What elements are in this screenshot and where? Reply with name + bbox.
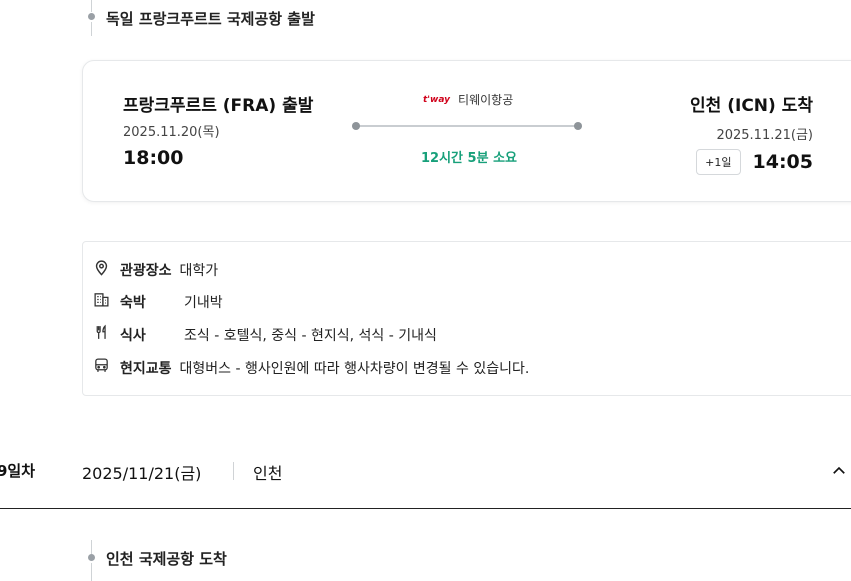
transport-value: 대형버스 - 행사인원에 따라 행사차량이 변경될 수 있습니다. bbox=[179, 360, 530, 377]
departure-time: 18:00 bbox=[123, 147, 184, 169]
route-end-dot bbox=[574, 122, 582, 130]
section-title-arrival-airport: 인천 국제공항 도착 bbox=[106, 550, 227, 568]
next-day-badge: +1일 bbox=[696, 149, 741, 175]
arrival-time: 14:05 bbox=[752, 151, 813, 173]
flight-card: 프랑크푸르트 (FRA) 출발 2025.11.20(목) 18:00 t'wa… bbox=[82, 60, 851, 202]
section-title-departure-airport: 독일 프랑크푸르트 국제공항 출발 bbox=[106, 10, 315, 28]
timeline-dot bbox=[88, 554, 95, 561]
sightseeing-value: 대학가 bbox=[179, 262, 219, 279]
airline-logo: t'way bbox=[423, 94, 451, 105]
info-row-meals: 식사 조식 - 호텔식, 중식 - 현지식, 석식 - 기내식 bbox=[93, 324, 437, 345]
timeline-line-top bbox=[91, 0, 92, 12]
meals-value: 조식 - 호텔식, 중식 - 현지식, 석식 - 기내식 bbox=[184, 327, 437, 344]
meals-label: 식사 bbox=[120, 327, 146, 344]
flight-duration: 12시간 5분 소요 bbox=[421, 151, 517, 166]
timeline-dot bbox=[88, 13, 95, 20]
lodging-value: 기내박 bbox=[184, 294, 223, 311]
bus-icon bbox=[93, 357, 120, 378]
day-number: 9일차 bbox=[0, 462, 36, 480]
arrival-block: 인천 (ICN) 도착 2025.11.21(금) +1일 14:05 bbox=[690, 91, 813, 175]
route-line bbox=[356, 125, 579, 127]
info-row-sightseeing: 관광장소 대학가 bbox=[93, 259, 218, 280]
day-city: 인천 bbox=[253, 464, 283, 483]
day-date: 2025/11/21(금) bbox=[82, 464, 202, 483]
location-pin-icon bbox=[93, 259, 120, 280]
airline-info: t'way 티웨이항공 bbox=[423, 91, 513, 108]
info-row-lodging: 숙박 기내박 bbox=[93, 291, 223, 312]
info-row-transport: 현지교통 대형버스 - 행사인원에 따라 행사차량이 변경될 수 있습니다. bbox=[93, 357, 529, 378]
arrival-date: 2025.11.21(금) bbox=[716, 128, 813, 143]
building-icon bbox=[93, 291, 120, 312]
day-header[interactable]: 9일차 2025/11/21(금) 인천 bbox=[0, 440, 851, 509]
sightseeing-label: 관광장소 bbox=[120, 262, 172, 279]
lodging-label: 숙박 bbox=[120, 294, 146, 311]
timeline-line-bottom bbox=[91, 563, 92, 581]
transport-label: 현지교통 bbox=[120, 360, 172, 377]
divider bbox=[233, 462, 234, 480]
day-info-card: 관광장소 대학가 숙박 기내박 식사 조식 - 호텔식, 중식 - 현지식, 석… bbox=[82, 241, 851, 396]
chevron-up-icon[interactable] bbox=[830, 462, 848, 480]
departure-date: 2025.11.20(목) bbox=[123, 125, 220, 140]
timeline-line bbox=[91, 22, 92, 36]
fork-knife-icon bbox=[93, 324, 120, 345]
departure-title: 프랑크푸르트 (FRA) 출발 bbox=[123, 96, 314, 116]
arrival-title: 인천 (ICN) 도착 bbox=[690, 96, 813, 116]
timeline-line bbox=[91, 540, 92, 554]
airline-name: 티웨이항공 bbox=[458, 93, 514, 107]
route-start-dot bbox=[352, 122, 360, 130]
